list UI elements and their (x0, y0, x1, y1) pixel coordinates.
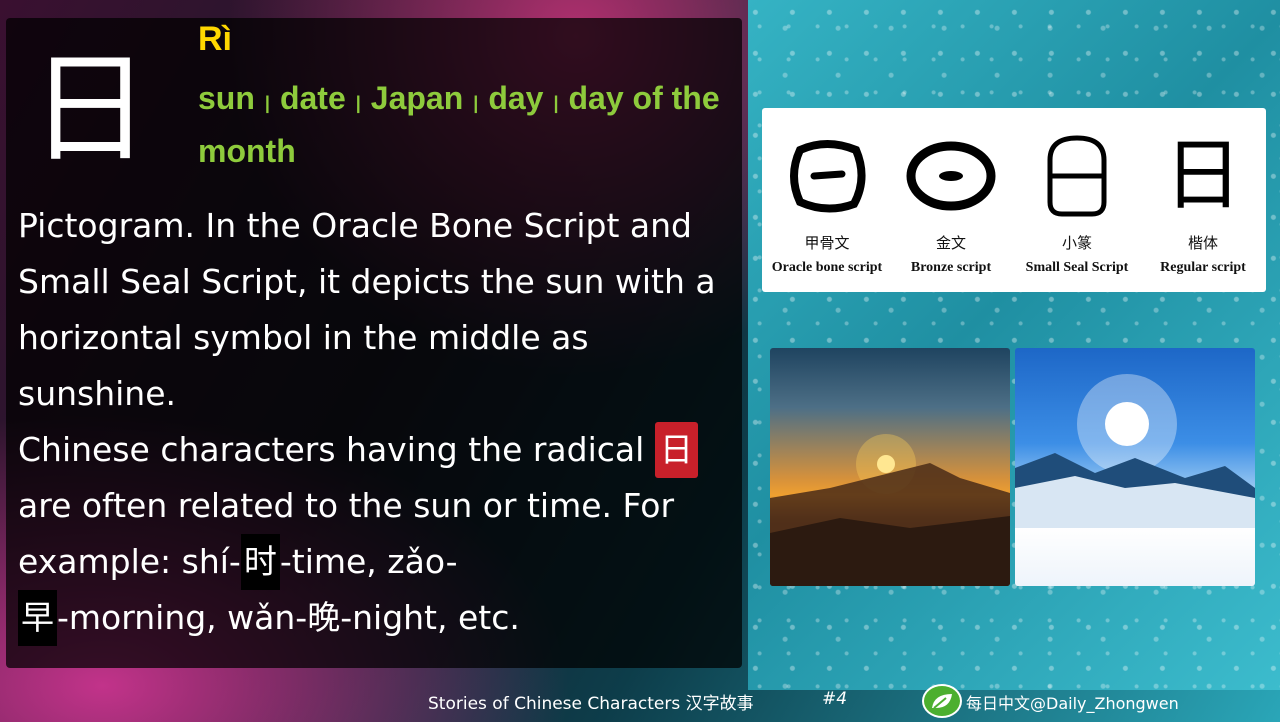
meanings: sun | date | Japan | day | day of the month (198, 74, 746, 175)
example-hanzi-wan: 晚 (307, 598, 341, 637)
script-seal-en: Small Seal Script (1025, 260, 1129, 275)
sunset-illustration (770, 434, 1010, 586)
script-bronze: 金文 Bronze script (888, 108, 1014, 292)
script-bronze-cn: 金文 (935, 234, 966, 252)
script-oracle-en: Oracle bone script (771, 260, 883, 275)
regular-script-glyph: 日 (1163, 131, 1242, 221)
script-oracle: 甲骨文 Oracle bone script (764, 108, 890, 292)
script-bronze-en: Bronze script (910, 260, 992, 275)
small-seal-glyph (1047, 135, 1107, 217)
meaning-separator: | (473, 93, 479, 113)
meaning-3: Japan (370, 80, 464, 116)
water-droplet-background (748, 0, 1280, 690)
example-hanzi-shi: 时 (240, 534, 280, 590)
meaning-separator: | (264, 93, 270, 113)
leaf-logo-icon (922, 684, 962, 718)
description-radical-start: Chinese characters having the radical (18, 430, 645, 469)
sun-snow-mountain-photo (1015, 348, 1255, 586)
radical-highlight: 日 (654, 422, 698, 478)
description-intro: Pictogram. In the Oracle Bone Script and… (18, 206, 716, 413)
script-regular-cn: 楷体 (1187, 234, 1218, 252)
sunset-mountain-photo (770, 348, 1010, 586)
bronze-glyph (906, 141, 996, 211)
account-handle: 每日中文@Daily_Zhongwen (966, 694, 1179, 713)
main-character: 日 (30, 40, 150, 179)
example-wan-rest: -night, etc. (340, 598, 520, 637)
script-oracle-cn: 甲骨文 (804, 234, 850, 252)
example-hanzi-zao: 早 (18, 590, 57, 646)
episode-number: #4 (822, 689, 848, 709)
meaning-4: day (488, 80, 544, 116)
footer: Stories of Chinese Characters 汉字故事 #4 每日… (0, 684, 1280, 722)
example-shi-rest: -time, zǎo- (279, 542, 458, 581)
script-seal-cn: 小篆 (1061, 234, 1092, 252)
meaning-separator: | (553, 93, 559, 113)
example-zao-rest: -morning, wǎn- (57, 598, 308, 637)
oracle-bone-glyph (790, 140, 866, 213)
script-regular: 日 楷体 Regular script (1140, 108, 1266, 292)
meaning-1: sun (198, 80, 255, 116)
snow-illustration (1015, 374, 1255, 528)
pinyin: Rì (198, 20, 232, 58)
series-title: Stories of Chinese Characters 汉字故事 (428, 694, 754, 714)
meaning-2: date (279, 80, 346, 116)
meaning-separator: | (355, 93, 361, 113)
description: Pictogram. In the Oracle Bone Script and… (18, 198, 738, 646)
script-seal: 小篆 Small Seal Script (1014, 108, 1140, 292)
script-evolution-card: 甲骨文 Oracle bone script 金文 Bronze script … (762, 108, 1266, 292)
script-regular-en: Regular script (1160, 260, 1246, 275)
